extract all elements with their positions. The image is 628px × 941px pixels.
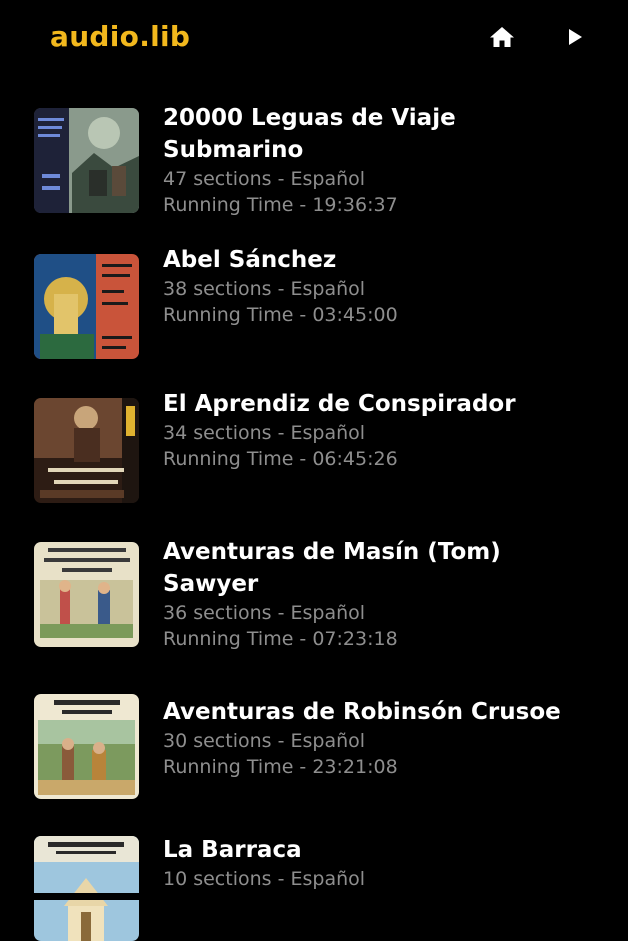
book-sections: 10 sections - Español [163, 868, 366, 890]
book-cover [34, 108, 139, 213]
book-running-time: Running Time - 23:21:08 [163, 756, 398, 778]
book-running-time: Running Time - 03:45:00 [163, 304, 398, 326]
book-title: Abel Sánchez [163, 247, 337, 273]
list-item[interactable]: Abel Sánchez 38 sections - Español Runni… [0, 242, 628, 372]
list-item[interactable]: La Barraca 10 sections - Español [0, 824, 628, 941]
book-title: Aventuras de Robinsón Crusoe [163, 699, 561, 725]
book-cover [34, 398, 139, 503]
book-title: 20000 Leguas de Viaje Submarino [163, 105, 456, 163]
book-sections: 36 sections - Español [163, 602, 366, 624]
book-sections: 47 sections - Español [163, 168, 366, 190]
book-running-time: Running Time - 19:36:37 [163, 194, 398, 216]
book-cover [34, 254, 139, 359]
list-item[interactable]: 20000 Leguas de Viaje Submarino 47 secti… [0, 96, 628, 236]
list-item[interactable]: Aventuras de Masín (Tom) Sawyer 36 secti… [0, 530, 628, 680]
book-cover [34, 836, 139, 941]
book-running-time: Running Time - 06:45:26 [163, 448, 398, 470]
bottom-edge [0, 893, 628, 900]
book-title: Aventuras de Masín (Tom) Sawyer [163, 539, 501, 597]
book-sections: 38 sections - Español [163, 278, 366, 300]
list-item[interactable]: El Aprendiz de Conspirador 34 sections -… [0, 386, 628, 516]
home-icon[interactable] [487, 22, 517, 52]
app-logo: audio.lib [50, 20, 191, 53]
book-cover [34, 542, 139, 647]
list-item[interactable]: Aventuras de Robinsón Crusoe 30 sections… [0, 682, 628, 812]
book-cover [34, 694, 139, 799]
book-sections: 30 sections - Español [163, 730, 366, 752]
book-sections: 34 sections - Español [163, 422, 366, 444]
play-icon[interactable] [560, 22, 590, 52]
book-title: El Aprendiz de Conspirador [163, 391, 516, 417]
app-bar: audio.lib [0, 0, 628, 78]
book-running-time: Running Time - 07:23:18 [163, 628, 398, 650]
book-title: La Barraca [163, 837, 302, 863]
